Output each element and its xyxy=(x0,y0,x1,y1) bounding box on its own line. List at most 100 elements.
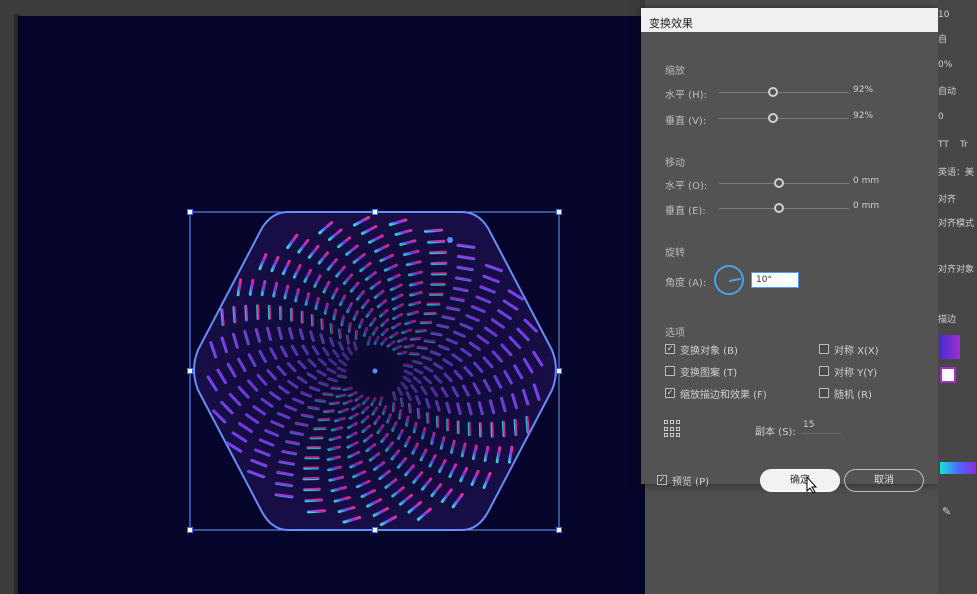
spiral-dash xyxy=(366,335,372,346)
move-vertical-slider[interactable] xyxy=(719,208,849,209)
panel-item-3[interactable]: 自动 xyxy=(938,84,956,97)
spiral-dash xyxy=(423,228,444,233)
move-horizontal-label: 水平 (O): xyxy=(665,181,708,192)
spiral-dash xyxy=(415,329,427,333)
scale-vertical-knob[interactable] xyxy=(768,113,778,123)
scale-vertical-slider[interactable] xyxy=(719,118,849,119)
move-vertical-knob[interactable] xyxy=(774,203,784,213)
spiral-dash xyxy=(398,409,403,420)
reflect-y-checkbox[interactable] xyxy=(819,366,829,376)
spiral-dash xyxy=(421,427,427,440)
move-vertical-label: 垂直 (E): xyxy=(665,206,706,217)
handle-bottom-center[interactable] xyxy=(372,527,378,533)
spiral-dash xyxy=(412,359,423,365)
transform-objects-checkbox[interactable]: ✓ xyxy=(665,344,675,354)
ok-button[interactable]: 确定 xyxy=(760,469,840,492)
handle-bottom-right[interactable] xyxy=(556,527,562,533)
spiral-dash xyxy=(436,323,450,329)
move-vertical-value[interactable]: 0 mm xyxy=(853,201,879,211)
canvas-area[interactable] xyxy=(0,0,645,594)
spiral-dash xyxy=(430,331,443,337)
spiral-dash xyxy=(323,409,335,413)
move-horizontal-knob[interactable] xyxy=(774,178,784,188)
preview-label: 预览 (P) xyxy=(672,477,710,488)
spiral-dash xyxy=(244,304,249,322)
spiral-dash xyxy=(320,318,324,330)
spiral-dash xyxy=(336,374,348,379)
handle-middle-left[interactable] xyxy=(187,368,193,374)
spiral-dash xyxy=(392,391,397,401)
handle-middle-right[interactable] xyxy=(556,368,562,374)
random-label: 随机 (R) xyxy=(834,390,872,401)
scale-vertical-value[interactable]: 92% xyxy=(853,111,873,121)
reflect-x-checkbox[interactable] xyxy=(819,344,829,354)
spiral-dash xyxy=(362,326,369,337)
spiral-dash xyxy=(220,308,225,327)
center-point xyxy=(372,368,378,374)
transform-patterns-label: 变换图案 (T) xyxy=(680,368,738,379)
transform-patterns-checkbox[interactable] xyxy=(665,366,675,376)
reflect-y-label: 对称 Y(Y) xyxy=(834,368,878,379)
panel-item-11[interactable]: 描边 xyxy=(938,312,956,325)
angle-input[interactable]: 10° xyxy=(751,272,799,288)
spiral-dash xyxy=(525,415,530,434)
spiral-dash xyxy=(332,308,338,321)
spiral-dash xyxy=(322,392,334,397)
spiral-dash xyxy=(409,336,422,341)
panel-item-6[interactable]: Tr xyxy=(960,140,968,150)
scale-section-title: 缩放 xyxy=(665,66,685,77)
scale-horizontal-value[interactable]: 92% xyxy=(853,85,873,95)
panel-item-7[interactable]: 英语：美 xyxy=(938,165,974,178)
spiral-dash xyxy=(323,302,329,315)
fill-swatch[interactable] xyxy=(940,335,960,359)
spiral-dash xyxy=(338,328,342,340)
spiral-dash xyxy=(300,413,314,419)
spiral-dash xyxy=(423,339,436,344)
eyedropper-icon[interactable]: ✎ xyxy=(942,505,951,518)
spiral-dash xyxy=(327,377,338,383)
panel-item-1[interactable]: 自 xyxy=(938,32,947,45)
handle-top-left[interactable] xyxy=(187,209,193,215)
scale-strokes-label: 缩放描边和效果 (F) xyxy=(680,390,767,401)
spiral-dash xyxy=(403,344,415,349)
properties-panel: 10 自 0% 自动 0 TT Tr 英语：美 对齐 对齐模式 对齐对象 描边 … xyxy=(938,0,977,594)
move-horizontal-slider[interactable] xyxy=(719,183,849,184)
copies-input[interactable]: 15 xyxy=(801,418,841,434)
angle-dial[interactable] xyxy=(714,265,744,295)
preview-checkbox[interactable]: ✓ xyxy=(657,475,667,485)
spiral-dash xyxy=(353,341,358,351)
handle-top-right[interactable] xyxy=(556,209,562,215)
panel-item-5[interactable]: TT xyxy=(938,140,949,150)
hexagon-spiral-artwork[interactable] xyxy=(178,200,578,545)
stroke-swatch[interactable] xyxy=(940,367,956,383)
spiral-dash xyxy=(429,250,447,255)
spiral-dash xyxy=(354,329,359,341)
panel-item-0[interactable]: 10 xyxy=(938,10,949,20)
angle-label: 角度 (A): xyxy=(665,278,707,289)
panel-item-10[interactable]: 对齐对象 xyxy=(938,262,974,275)
spiral-dash xyxy=(391,401,396,413)
spiral-dash xyxy=(405,415,410,427)
move-horizontal-value[interactable]: 0 mm xyxy=(853,176,879,186)
spiral-dash xyxy=(402,363,414,368)
random-checkbox[interactable] xyxy=(819,388,829,398)
panel-item-2[interactable]: 0% xyxy=(938,60,952,70)
gradient-bar[interactable] xyxy=(940,462,976,474)
panel-item-9[interactable]: 对齐模式 xyxy=(938,216,974,229)
panel-item-8[interactable]: 对齐 xyxy=(938,192,956,205)
scale-horizontal-knob[interactable] xyxy=(768,87,778,97)
handle-bottom-left[interactable] xyxy=(187,527,193,533)
spiral-dash xyxy=(427,239,446,244)
spiral-dash xyxy=(342,386,353,392)
anchor-point xyxy=(447,237,453,243)
dialog-title[interactable]: 变换效果 xyxy=(641,8,938,32)
handle-top-center[interactable] xyxy=(372,209,378,215)
scale-horizontal-slider[interactable] xyxy=(719,92,849,93)
copies-label: 副本 (S): xyxy=(755,427,796,438)
spiral-dash xyxy=(328,401,341,406)
panel-item-4[interactable]: 0 xyxy=(938,112,944,122)
spiral-dash xyxy=(306,509,327,514)
cancel-button[interactable]: 取消 xyxy=(844,469,924,492)
reference-point-icon[interactable] xyxy=(664,420,682,438)
scale-strokes-checkbox[interactable]: ✓ xyxy=(665,388,675,398)
